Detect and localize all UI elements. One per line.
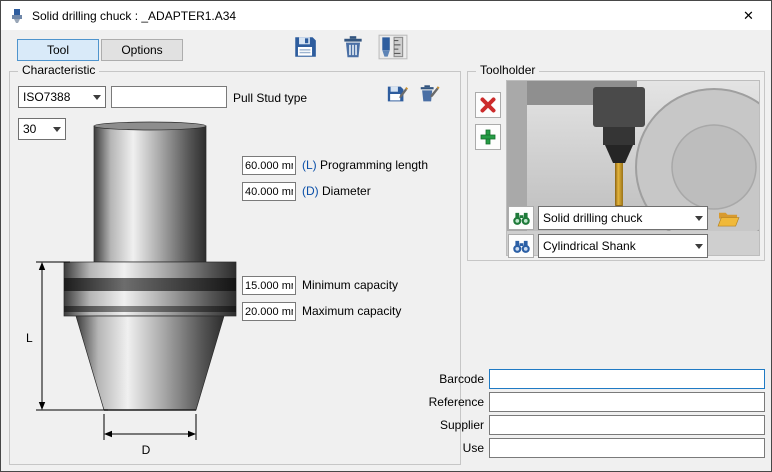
delete-type-icon-button[interactable]	[416, 82, 442, 106]
measure-tool-icon-button[interactable]	[378, 34, 408, 60]
delete-button[interactable]	[340, 34, 366, 60]
chevron-down-icon	[93, 95, 101, 100]
shank-type-value: Cylindrical Shank	[543, 239, 636, 253]
diameter-input[interactable]	[242, 182, 296, 201]
pull-stud-label: Pull Stud type	[233, 89, 307, 108]
barcode-input[interactable]	[489, 369, 765, 389]
toolholder-group: Toolholder	[467, 71, 765, 261]
maximum-capacity-label: Maximum capacity	[302, 302, 401, 321]
programming-length-input[interactable]	[242, 156, 296, 175]
title-bar[interactable]: Solid drilling chuck : _ADAPTER1.A34 ✕	[1, 1, 771, 30]
search-shank-button[interactable]	[508, 234, 534, 258]
close-button[interactable]: ✕	[726, 1, 771, 30]
minimum-capacity-label: Minimum capacity	[302, 276, 398, 295]
add-toolholder-button[interactable]	[475, 124, 501, 150]
minimum-capacity-input[interactable]	[242, 276, 296, 295]
dialog-window: Solid drilling chuck : _ADAPTER1.A34 ✕ T…	[0, 0, 772, 472]
programming-length-label: (L) Programming length	[302, 156, 428, 175]
use-label: Use	[384, 438, 484, 458]
save-button[interactable]	[292, 34, 318, 60]
diameter-label: (D) Diameter	[302, 182, 371, 201]
diameter-prefix: (D)	[302, 184, 319, 198]
chuck-type-value: Solid drilling chuck	[543, 211, 642, 225]
binoculars-icon	[512, 239, 531, 254]
standard-select-value: ISO7388	[23, 90, 70, 104]
binoculars-icon	[512, 211, 531, 226]
open-folder-icon	[717, 209, 740, 228]
chevron-down-icon	[695, 216, 703, 221]
shank-type-select[interactable]: Cylindrical Shank	[538, 234, 708, 258]
use-input[interactable]	[489, 438, 765, 458]
chuck-type-select[interactable]: Solid drilling chuck	[538, 206, 708, 230]
supplier-label: Supplier	[384, 415, 484, 435]
chevron-down-icon	[695, 244, 703, 249]
search-chuck-button[interactable]	[508, 206, 534, 230]
tool-holder-diagram: L D	[16, 120, 256, 460]
characteristic-group-label: Characteristic	[18, 63, 99, 77]
open-folder-button[interactable]	[714, 206, 742, 230]
red-x-icon	[479, 96, 497, 114]
supplier-input[interactable]	[489, 415, 765, 435]
reference-label: Reference	[384, 392, 484, 412]
app-icon	[9, 8, 25, 24]
tab-options[interactable]: Options	[101, 39, 183, 61]
dimension-label-l: L	[26, 331, 33, 345]
window-title: Solid drilling chuck : _ADAPTER1.A34	[32, 9, 236, 23]
green-plus-icon	[479, 128, 497, 146]
dimension-label-d: D	[142, 443, 151, 457]
programming-length-prefix: (L)	[302, 158, 317, 172]
reference-input[interactable]	[489, 392, 765, 412]
tab-tool[interactable]: Tool	[17, 39, 99, 61]
barcode-label: Barcode	[384, 369, 484, 389]
toolholder-group-label: Toolholder	[476, 63, 539, 77]
remove-toolholder-button[interactable]	[475, 92, 501, 118]
standard-select[interactable]: ISO7388	[18, 86, 106, 108]
maximum-capacity-input[interactable]	[242, 302, 296, 321]
pull-stud-input[interactable]	[111, 86, 227, 108]
save-type-icon-button[interactable]	[384, 82, 410, 106]
